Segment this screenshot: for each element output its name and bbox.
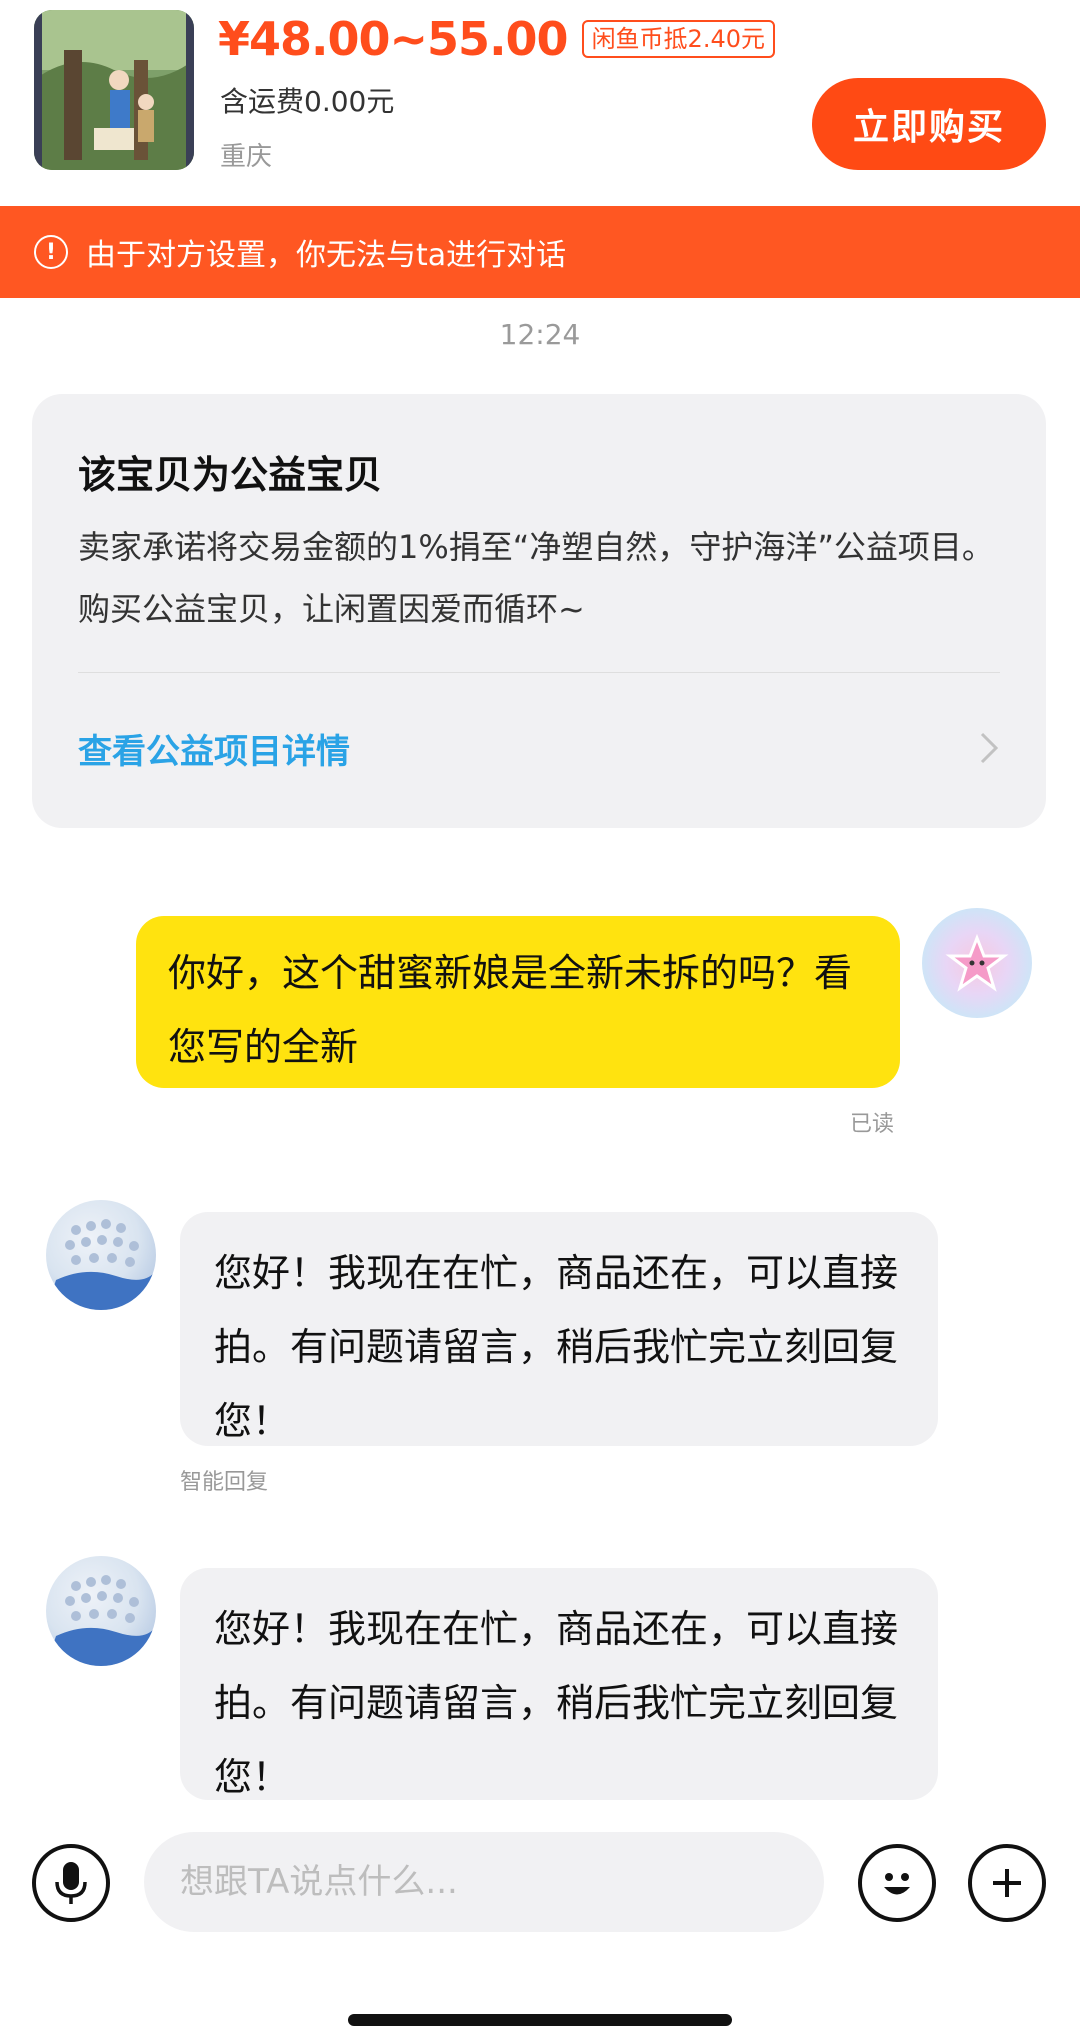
seller-avatar[interactable] xyxy=(46,1200,156,1310)
voice-button[interactable] xyxy=(32,1844,110,1922)
coin-discount-badge: 闲鱼币抵2.40元 xyxy=(581,20,775,58)
price-line: ¥48.00~55.00 闲鱼币抵2.40元 xyxy=(218,12,775,66)
smart-reply-label: 智能回复 xyxy=(180,1470,269,1495)
price: ¥48.00~55.00 xyxy=(218,12,569,66)
charity-title: 该宝贝为公益宝贝 xyxy=(78,453,383,497)
product-image xyxy=(34,10,194,170)
my-message-bubble[interactable]: 你好，这个甜蜜新娘是全新未拆的吗？看您写的全新 xyxy=(136,916,900,1088)
shipping-fee: 含运费0.00元 xyxy=(220,85,395,118)
product-header: ¥48.00~55.00 闲鱼币抵2.40元 含运费0.00元 重庆 立即购买 xyxy=(0,0,1080,206)
buy-now-button[interactable]: 立即购买 xyxy=(812,78,1046,170)
microphone-icon xyxy=(55,1862,87,1904)
warning-banner: ! 由于对方设置，你无法与ta进行对话 xyxy=(0,206,1080,298)
seller-avatar-image xyxy=(46,1575,156,1666)
message-input[interactable] xyxy=(144,1832,824,1932)
product-thumbnail[interactable] xyxy=(34,10,194,170)
seller-message-bubble[interactable]: 您好！我现在在忙，商品还在，可以直接拍。有问题请留言，稍后我忙完立刻回复您！ xyxy=(180,1212,938,1446)
star-avatar-icon xyxy=(945,933,1009,992)
divider xyxy=(78,672,1000,673)
chat-page: ¥48.00~55.00 闲鱼币抵2.40元 含运费0.00元 重庆 立即购买 … xyxy=(0,0,1080,2039)
warning-text: 由于对方设置，你无法与ta进行对话 xyxy=(86,238,567,273)
seller-avatar-image xyxy=(46,1219,156,1310)
charity-details-link[interactable]: 查看公益项目详情 xyxy=(78,724,350,773)
location: 重庆 xyxy=(220,142,273,172)
plus-icon xyxy=(993,1869,1021,1897)
read-status: 已读 xyxy=(850,1112,895,1137)
charity-description: 卖家承诺将交易金额的1%捐至“净塑自然，守护海洋”公益项目。购买公益宝贝，让闲置… xyxy=(78,528,994,628)
emoji-icon xyxy=(884,1873,910,1895)
my-avatar[interactable] xyxy=(922,908,1032,1018)
home-indicator[interactable] xyxy=(348,2014,732,2026)
charity-card: 该宝贝为公益宝贝 卖家承诺将交易金额的1%捐至“净塑自然，守护海洋”公益项目。购… xyxy=(32,394,1046,828)
add-attachment-button[interactable] xyxy=(968,1844,1046,1922)
emoji-button[interactable] xyxy=(858,1844,936,1922)
seller-message-bubble[interactable]: 您好！我现在在忙，商品还在，可以直接拍。有问题请留言，稍后我忙完立刻回复您！ xyxy=(180,1568,938,1800)
timestamp: 12:24 xyxy=(499,318,581,351)
chevron-right-icon[interactable] xyxy=(978,730,1002,766)
input-bar xyxy=(0,1832,1080,1932)
alert-circle-icon: ! xyxy=(34,235,68,269)
seller-avatar[interactable] xyxy=(46,1556,156,1666)
